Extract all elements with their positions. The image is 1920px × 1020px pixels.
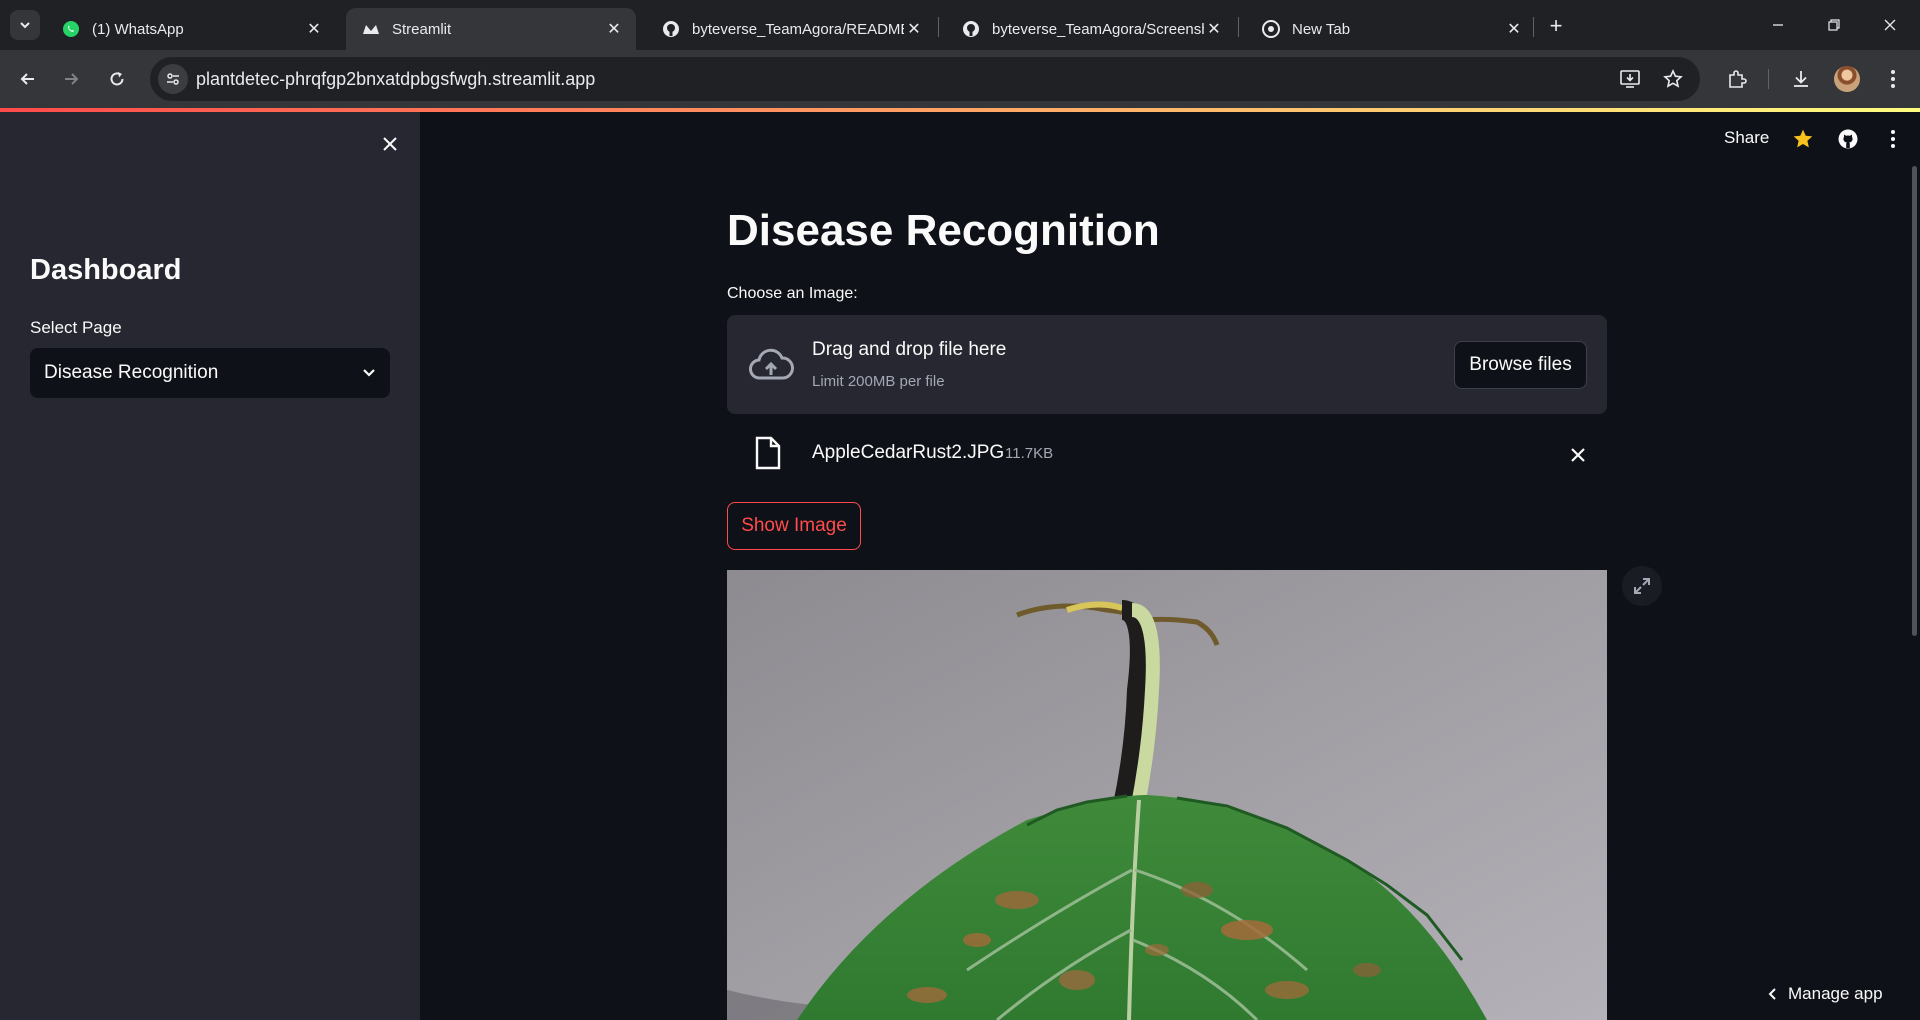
github-icon	[962, 20, 980, 38]
close-icon[interactable]: ✕	[604, 19, 624, 39]
site-info-button[interactable]	[158, 64, 188, 94]
streamlit-icon	[362, 20, 380, 38]
file-size: 11.7KB	[1005, 445, 1054, 462]
tab-github-screenshots[interactable]: byteverse_TeamAgora/Screensh ✕	[946, 8, 1236, 50]
show-image-button[interactable]: Show Image	[727, 502, 861, 550]
tab-streamlit[interactable]: Streamlit ✕	[346, 8, 636, 50]
reload-button[interactable]	[102, 64, 132, 94]
tab-title: byteverse_TeamAgora/README	[692, 20, 904, 38]
fullscreen-button[interactable]	[1622, 566, 1662, 606]
tab-whatsapp[interactable]: (1) WhatsApp ✕	[46, 8, 336, 50]
main-menu-button[interactable]	[1880, 126, 1906, 152]
file-name: AppleCedarRust2.JPG	[812, 442, 1005, 463]
share-button[interactable]: Share	[1724, 128, 1769, 148]
expand-icon	[1634, 578, 1650, 594]
reload-icon	[110, 72, 124, 86]
star-outline-icon	[1663, 69, 1683, 88]
github-icon	[662, 20, 680, 38]
manage-app-label: Manage app	[1788, 984, 1883, 1003]
url-text[interactable]: plantdetec-phrqfgp2bnxatdpbgsfwgh.stream…	[196, 69, 595, 90]
chevron-down-icon	[20, 22, 30, 29]
restore-button[interactable]	[1806, 0, 1862, 50]
collapse-sidebar-button[interactable]	[376, 130, 404, 158]
select-page-label: Select Page	[30, 318, 122, 337]
sidebar: Dashboard Select Page Disease Recognitio…	[0, 112, 420, 1020]
close-icon	[383, 137, 397, 151]
chevron-left-icon	[1756, 987, 1788, 1001]
more-vertical-icon	[1891, 130, 1895, 148]
restore-icon	[1828, 19, 1840, 31]
tab-title: Streamlit	[392, 20, 452, 38]
download-icon	[1794, 71, 1808, 87]
back-button[interactable]	[13, 64, 43, 94]
chrome-icon	[1262, 20, 1280, 38]
dropzone-limit: Limit 200MB per file	[812, 373, 945, 390]
page-select-value: Disease Recognition	[44, 362, 219, 383]
close-icon[interactable]: ✕	[904, 19, 924, 39]
close-icon	[1884, 19, 1896, 31]
uploaded-file: AppleCedarRust2.JPG 11.7KB	[727, 430, 1607, 478]
star-icon	[1793, 129, 1813, 148]
bookmark-button[interactable]	[1658, 64, 1688, 94]
profile-avatar[interactable]	[1834, 66, 1860, 92]
github-icon	[1838, 129, 1858, 149]
install-app-button[interactable]	[1615, 64, 1645, 94]
tab-search-button[interactable]	[10, 10, 40, 40]
new-tab-button[interactable]: +	[1542, 12, 1570, 40]
address-bar[interactable]: plantdetec-phrqfgp2bnxatdpbgsfwgh.stream…	[150, 57, 1700, 101]
favorite-button[interactable]	[1790, 126, 1816, 152]
tab-github-readme[interactable]: byteverse_TeamAgora/README ✕	[646, 8, 936, 50]
downloads-button[interactable]	[1786, 64, 1816, 94]
chevron-down-icon	[363, 369, 375, 377]
install-icon	[1620, 70, 1640, 88]
page-select[interactable]: Disease Recognition	[30, 348, 390, 398]
browser-toolbar: plantdetec-phrqfgp2bnxatdpbgsfwgh.stream…	[0, 50, 1920, 108]
tune-icon	[167, 73, 179, 85]
tab-divider	[1533, 17, 1534, 37]
browse-files-button[interactable]: Browse files	[1454, 341, 1587, 389]
plus-icon: +	[1549, 13, 1563, 38]
file-uploader-label: Choose an Image:	[727, 285, 858, 302]
github-link-button[interactable]	[1835, 126, 1861, 152]
close-icon[interactable]: ✕	[1504, 19, 1524, 39]
arrow-right-icon	[65, 73, 79, 85]
browser-tab-strip: (1) WhatsApp ✕ Streamlit ✕ byteverse_Tea…	[0, 0, 1920, 50]
file-dropzone[interactable]: Drag and drop file here Limit 200MB per …	[727, 315, 1607, 414]
minimize-button[interactable]	[1750, 0, 1806, 50]
cloud-upload-icon	[747, 345, 795, 385]
uploaded-leaf-image	[727, 570, 1607, 1020]
file-icon	[755, 436, 781, 470]
arrow-left-icon	[20, 73, 34, 85]
whatsapp-icon	[62, 20, 80, 38]
tab-title: byteverse_TeamAgora/Screensh	[992, 20, 1204, 38]
puzzle-icon	[1729, 70, 1747, 88]
tab-new-tab[interactable]: New Tab ✕	[1246, 8, 1536, 50]
tab-title: New Tab	[1292, 20, 1351, 38]
close-icon	[1571, 448, 1585, 462]
chrome-menu-button[interactable]	[1878, 64, 1908, 94]
close-icon[interactable]: ✕	[304, 19, 324, 39]
more-vertical-icon	[1891, 70, 1895, 88]
minimize-icon	[1773, 24, 1783, 26]
forward-button[interactable]	[56, 64, 86, 94]
remove-file-button[interactable]	[1565, 442, 1591, 468]
tab-divider	[938, 17, 939, 37]
close-icon[interactable]: ✕	[1204, 19, 1224, 39]
scrollbar[interactable]	[1912, 166, 1917, 636]
tab-title: (1) WhatsApp	[92, 20, 184, 38]
manage-app-button[interactable]: Manage app	[1756, 974, 1916, 1014]
window-close-button[interactable]	[1862, 0, 1918, 50]
sidebar-title: Dashboard	[30, 254, 182, 286]
toolbar-divider	[1768, 69, 1769, 89]
tab-divider	[1238, 17, 1239, 37]
page-title: Disease Recognition	[727, 206, 1160, 255]
extensions-button[interactable]	[1722, 64, 1752, 94]
dropzone-instructions: Drag and drop file here	[812, 339, 1007, 360]
